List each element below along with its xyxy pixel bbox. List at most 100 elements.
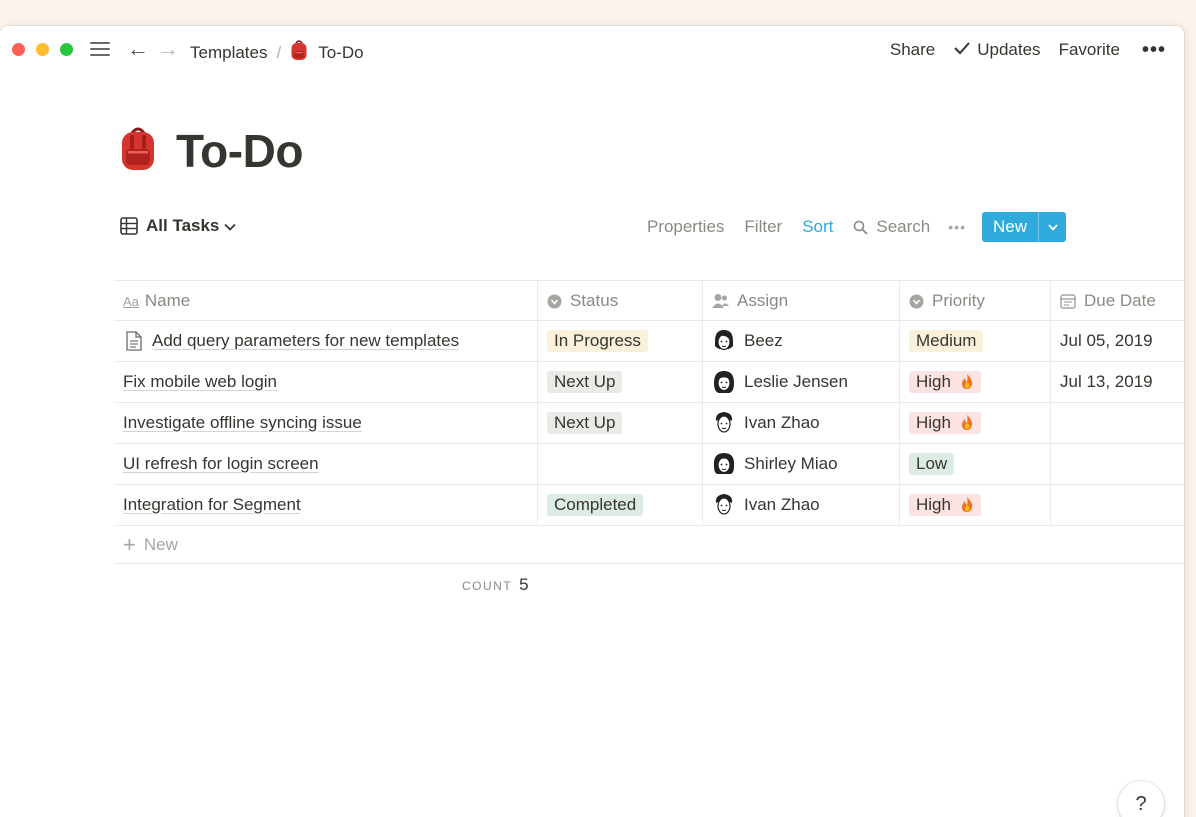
due-date-cell[interactable]: Jul 05, 2019 [1051, 321, 1184, 361]
fire-icon [960, 373, 974, 390]
priority-tag: Low [909, 453, 955, 475]
task-name[interactable]: Investigate offline syncing issue [123, 413, 362, 433]
chevron-down-icon [1047, 223, 1058, 231]
favorite-button[interactable]: Favorite [1059, 40, 1120, 60]
check-icon [953, 40, 971, 60]
breadcrumb-separator: / [276, 43, 282, 62]
page-title[interactable]: To-Do [176, 124, 303, 178]
avatar [712, 411, 736, 435]
breadcrumb-todo[interactable]: To-Do [318, 43, 363, 63]
person-icon [712, 293, 729, 309]
name-cell[interactable]: UI refresh for login screen [114, 444, 538, 484]
new-button[interactable]: New [982, 212, 1038, 242]
filter-button[interactable]: Filter [744, 217, 782, 237]
status-tag: Next Up [547, 371, 623, 393]
priority-cell[interactable]: High [900, 362, 1051, 402]
due-date-cell[interactable] [1051, 485, 1184, 525]
priority-label: High [916, 372, 951, 391]
table-view-icon [120, 217, 138, 235]
column-label: Status [570, 291, 619, 310]
page-icon [125, 331, 142, 351]
due-date-cell[interactable] [1051, 403, 1184, 443]
table-row[interactable]: UI refresh for login screen Shirley Miao… [114, 444, 1184, 485]
fire-icon [960, 496, 974, 513]
help-button[interactable]: ? [1118, 781, 1164, 817]
view-name: All Tasks [146, 216, 220, 235]
priority-cell[interactable]: High [900, 403, 1051, 443]
priority-cell[interactable]: High [900, 485, 1051, 525]
breadcrumb-templates[interactable]: Templates [190, 43, 267, 63]
task-name[interactable]: UI refresh for login screen [123, 454, 319, 474]
count-summary[interactable]: COUNT 5 [462, 575, 529, 595]
name-cell[interactable]: Investigate offline syncing issue [114, 403, 538, 443]
assign-cell[interactable]: Beez [703, 321, 900, 361]
search-button[interactable]: Search [853, 217, 930, 237]
status-tag: Completed [547, 494, 644, 516]
column-header-name[interactable]: Aa Name [114, 281, 538, 321]
status-cell[interactable]: Next Up [538, 403, 703, 443]
assignee-name: Ivan Zhao [744, 495, 820, 514]
back-arrow-icon[interactable]: ← [127, 36, 149, 62]
add-row-label: New [143, 534, 178, 554]
new-dropdown-button[interactable] [1038, 212, 1066, 242]
count-label: COUNT [462, 579, 513, 593]
sort-button[interactable]: Sort [802, 217, 833, 237]
top-actions: Share Updates Favorite ••• [872, 40, 1166, 60]
status-tag: In Progress [547, 330, 648, 352]
view-more-icon[interactable]: ••• [948, 219, 966, 235]
due-date: Jul 05, 2019 [1060, 331, 1153, 350]
assign-cell[interactable]: Shirley Miao [703, 444, 900, 484]
more-options-icon[interactable]: ••• [1142, 40, 1166, 60]
avatar [712, 370, 736, 394]
priority-tag: High [909, 412, 981, 434]
forward-arrow-icon[interactable]: → [157, 36, 179, 62]
task-name[interactable]: Add query parameters for new templates [152, 331, 459, 351]
column-header-assign[interactable]: Assign [703, 281, 900, 321]
priority-cell[interactable]: Low [900, 444, 1051, 484]
status-cell[interactable]: Next Up [538, 362, 703, 402]
table-header-row: Aa Name Status Assign Priority Due Date [114, 280, 1184, 321]
name-cell[interactable]: Add query parameters for new templates [114, 321, 538, 361]
add-row-button[interactable]: + New [114, 526, 1184, 564]
status-cell[interactable]: In Progress [538, 321, 703, 361]
plus-icon: + [123, 531, 136, 557]
task-name[interactable]: Integration for Segment [123, 495, 301, 515]
priority-cell[interactable]: Medium [900, 321, 1051, 361]
minimize-window-button[interactable] [36, 43, 49, 56]
due-date-cell[interactable]: Jul 13, 2019 [1051, 362, 1184, 402]
backpack-icon[interactable] [120, 127, 156, 176]
assign-cell[interactable]: Leslie Jensen [703, 362, 900, 402]
table-row[interactable]: Integration for Segment Completed Ivan Z… [114, 485, 1184, 526]
select-icon [909, 294, 924, 309]
task-name[interactable]: Fix mobile web login [123, 372, 277, 392]
assign-cell[interactable]: Ivan Zhao [703, 485, 900, 525]
table-row[interactable]: Add query parameters for new templates I… [114, 321, 1184, 362]
column-label: Assign [737, 291, 789, 310]
name-cell[interactable]: Integration for Segment [114, 485, 538, 525]
app-window: ← → Templates / To-Do Share Updates Favo… [0, 26, 1184, 817]
fire-icon [960, 414, 974, 431]
column-header-priority[interactable]: Priority [900, 281, 1051, 321]
priority-tag: High [909, 371, 981, 393]
top-bar: ← → Templates / To-Do Share Updates Favo… [0, 26, 1184, 74]
sidebar-menu-icon[interactable] [90, 41, 110, 57]
updates-button[interactable]: Updates [953, 40, 1041, 60]
properties-button[interactable]: Properties [647, 217, 724, 237]
status-cell[interactable]: Completed [538, 485, 703, 525]
text-property-icon: Aa [123, 293, 139, 309]
name-cell[interactable]: Fix mobile web login [114, 362, 538, 402]
task-table: Aa Name Status Assign Priority Due Date … [114, 280, 1184, 564]
table-row[interactable]: Fix mobile web login Next Up Leslie Jens… [114, 362, 1184, 403]
maximize-window-button[interactable] [60, 43, 73, 56]
page-header: To-Do [120, 124, 303, 178]
close-window-button[interactable] [12, 43, 25, 56]
due-date-cell[interactable] [1051, 444, 1184, 484]
share-button[interactable]: Share [890, 40, 935, 60]
column-header-due-date[interactable]: Due Date [1051, 281, 1184, 321]
column-label: Name [144, 291, 191, 310]
status-cell[interactable] [538, 444, 703, 484]
assign-cell[interactable]: Ivan Zhao [703, 403, 900, 443]
table-row[interactable]: Investigate offline syncing issue Next U… [114, 403, 1184, 444]
column-header-status[interactable]: Status [538, 281, 703, 321]
view-selector[interactable]: All Tasks [120, 216, 237, 236]
